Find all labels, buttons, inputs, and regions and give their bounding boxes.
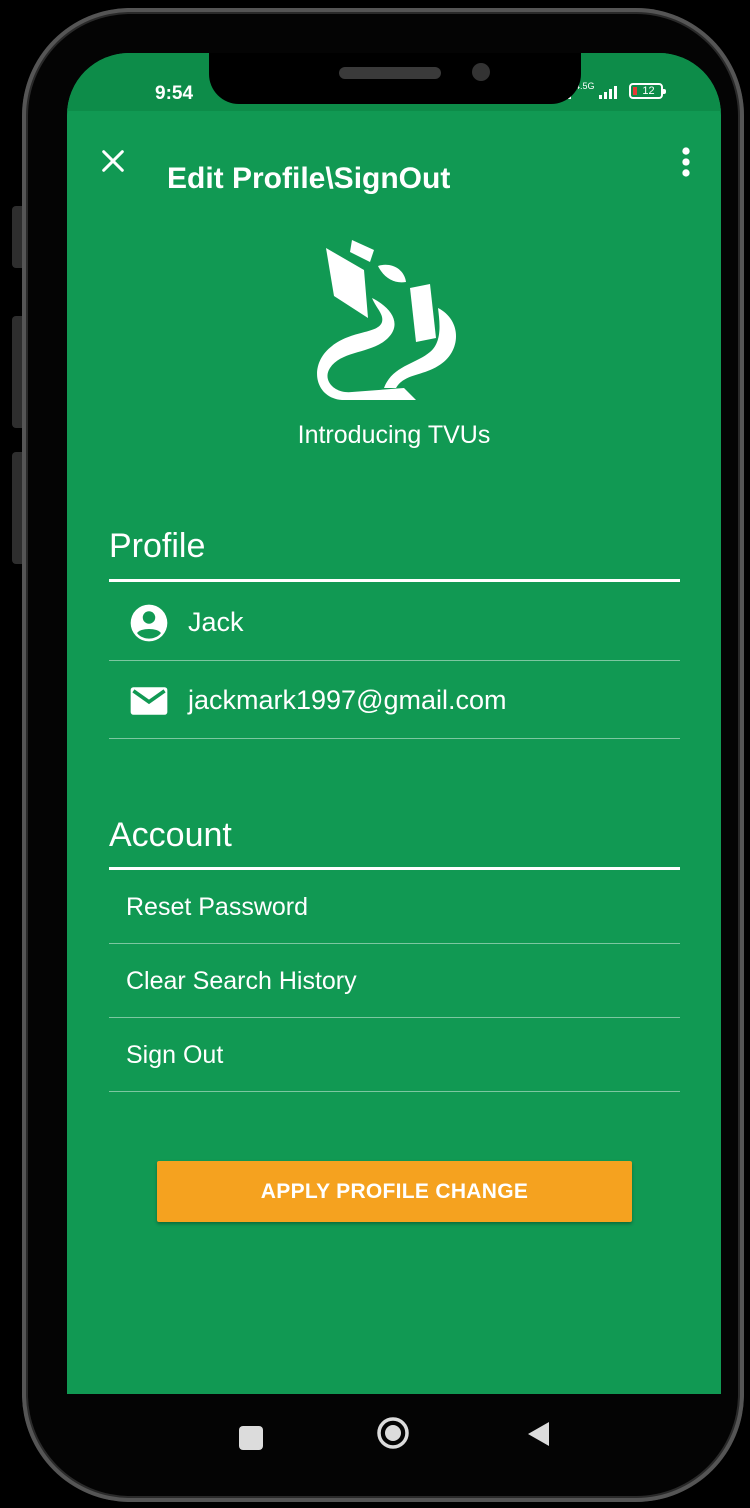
battery-level: 12: [642, 85, 655, 97]
clear-search-history-label: Clear Search History: [126, 967, 357, 995]
sign-out-label: Sign Out: [126, 1041, 224, 1069]
brand-tagline: Introducing TVUs: [297, 421, 491, 449]
nav-recents-icon[interactable]: [239, 1426, 263, 1450]
profile-name: Jack: [188, 607, 244, 637]
battery-icon: 12: [628, 83, 666, 99]
profile-divider: [109, 579, 680, 582]
phone-side-button: [12, 206, 22, 268]
close-icon[interactable]: [97, 145, 129, 177]
reset-password-label: Reset Password: [126, 893, 309, 921]
account-heading: Account: [109, 816, 232, 854]
signal-strength-icon: [598, 86, 617, 99]
app-screen: 9:54 4.5G 12 Edit Profile\SignOut Introd…: [67, 53, 721, 1394]
email-icon: [130, 687, 168, 715]
apply-profile-change-button[interactable]: APPLY PROFILE CHANGE: [157, 1161, 632, 1222]
app-bar: Edit Profile\SignOut: [67, 123, 721, 199]
profile-email-row[interactable]: jackmark1997@gmail.com: [109, 661, 680, 739]
clear-search-history-item[interactable]: Clear Search History: [109, 944, 680, 1018]
system-navigation-bar: [67, 1394, 721, 1474]
phone-volume-up: [12, 316, 22, 428]
phone-volume-down: [12, 452, 22, 564]
camera-notch: [209, 53, 581, 104]
profile-heading: Profile: [109, 527, 206, 565]
profile-name-row[interactable]: Jack: [109, 583, 680, 661]
nav-back-icon[interactable]: [525, 1420, 551, 1448]
reset-password-item[interactable]: Reset Password: [109, 870, 680, 944]
page-title: Edit Profile\SignOut: [167, 162, 451, 195]
more-vert-icon[interactable]: [671, 145, 701, 179]
status-time: 9:54: [155, 83, 194, 104]
profile-email: jackmark1997@gmail.com: [188, 685, 507, 715]
account-circle-icon: [130, 604, 168, 642]
sign-out-item[interactable]: Sign Out: [109, 1018, 680, 1092]
nav-home-icon[interactable]: [376, 1416, 410, 1450]
tvus-logo: [317, 240, 456, 400]
